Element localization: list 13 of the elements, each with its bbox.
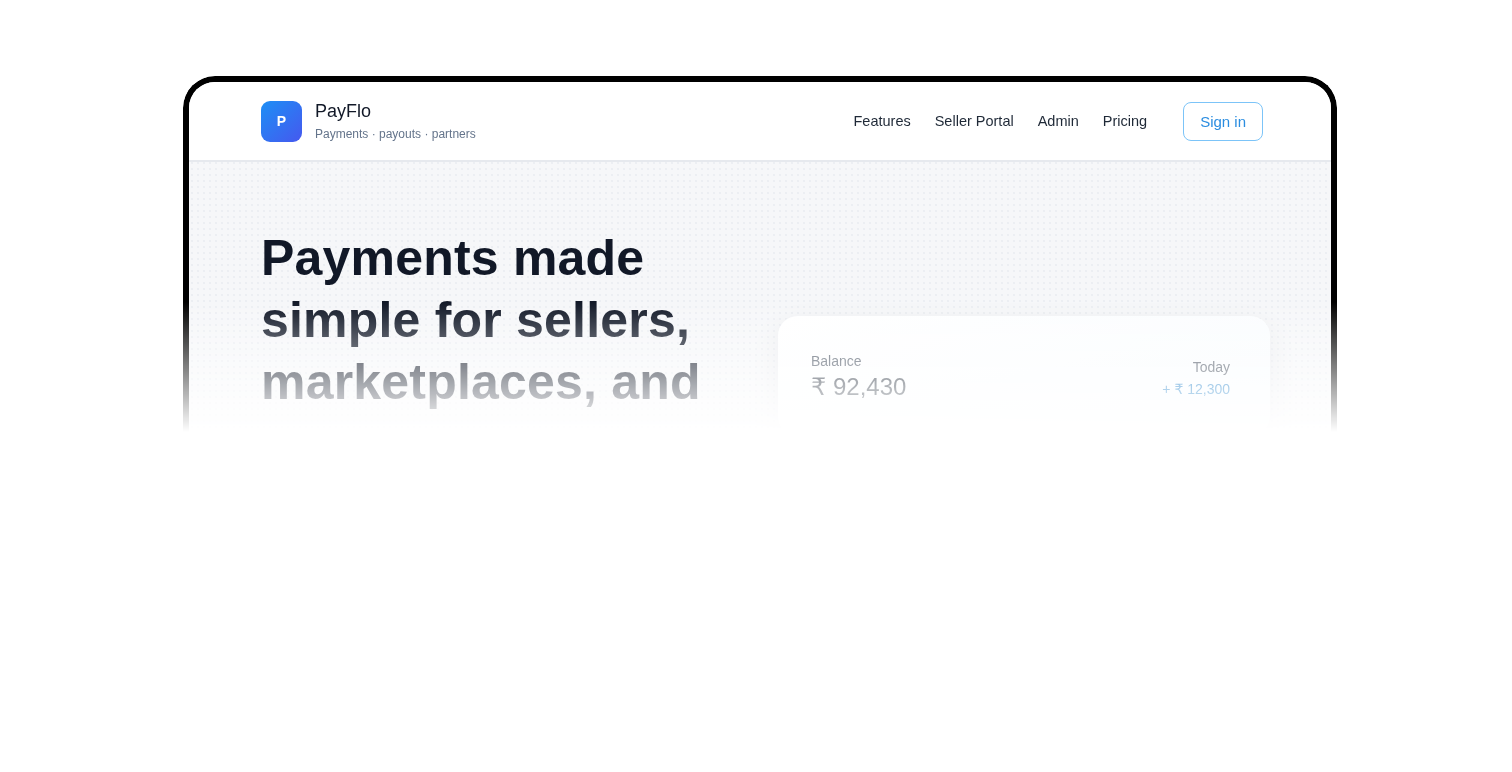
balance-amount: ₹ 92,430	[811, 372, 907, 402]
sign-in-button[interactable]: Sign in	[1183, 101, 1263, 141]
brand-logo: P	[261, 100, 302, 142]
nav-link[interactable]: Seller Portal	[934, 113, 1014, 129]
today-change: + ₹ 12,300	[1162, 380, 1230, 398]
brand-name: PayFlo	[315, 100, 373, 122]
brand-tagline: Payments · payouts · partners	[315, 127, 476, 142]
today-label: Today	[1192, 358, 1230, 376]
nav-link[interactable]: Admin	[1037, 113, 1079, 129]
hero-heading: Payments made simple for sellers, marketplaces, and	[261, 229, 702, 412]
nav-link[interactable]: Pricing	[1102, 113, 1148, 129]
nav-link[interactable]: Features	[853, 113, 911, 129]
balance-label: Balance	[811, 352, 862, 370]
